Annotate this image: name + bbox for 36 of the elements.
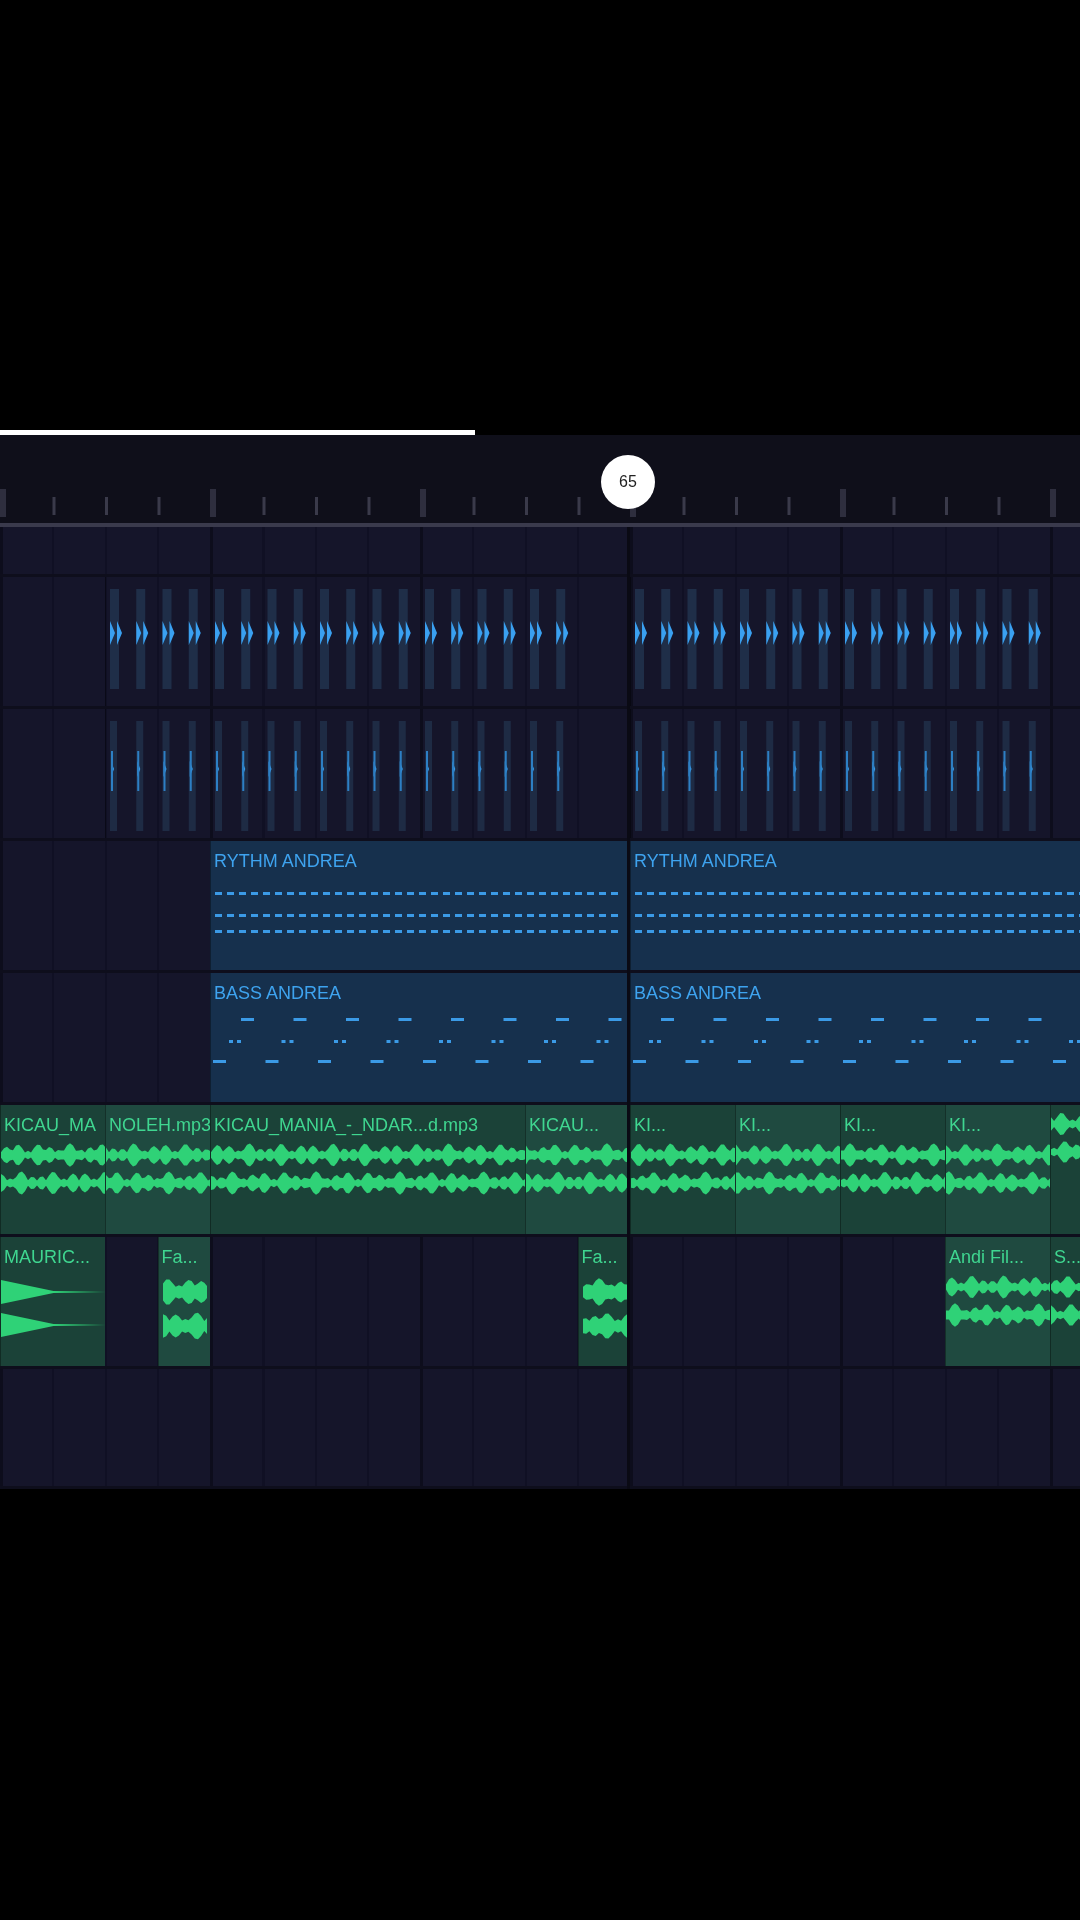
clip-label: RYTHM ANDREA xyxy=(214,851,357,872)
clip-label: KICAU_MA xyxy=(4,1115,97,1136)
note-clip[interactable]: RYTHM ANDREA xyxy=(210,841,630,970)
audio-clip[interactable]: KI... xyxy=(630,1105,735,1234)
clip-label: KI... xyxy=(844,1115,876,1136)
clip-label: KI... xyxy=(634,1115,666,1136)
note-clip[interactable]: BASS ANDREA xyxy=(210,973,630,1102)
audio-clip[interactable]: S... xyxy=(1050,1237,1080,1366)
clip-label: Andi Fil... xyxy=(949,1247,1025,1268)
clip-label: S... xyxy=(1054,1247,1080,1268)
clip-label: Fa... xyxy=(161,1247,198,1268)
audio-clip[interactable]: Fa... xyxy=(157,1237,210,1366)
clip-label: MAURIC... xyxy=(4,1247,90,1268)
audio-clip[interactable]: KICAU_MA xyxy=(0,1105,105,1234)
note-clip[interactable]: BASS ANDREA xyxy=(630,973,1080,1102)
clip-label: BASS ANDREA xyxy=(634,983,762,1004)
audio-clip[interactable]: NOLEH.mp3 xyxy=(105,1105,210,1234)
clip-label: KI... xyxy=(949,1115,981,1136)
clip-label: RYTHM ANDREA xyxy=(634,851,777,872)
clip-label: KICAU_MANIA_-_NDAR...d.mp3 xyxy=(214,1115,479,1136)
clip-label: KI... xyxy=(739,1115,771,1136)
audio-clip[interactable]: KICAU_MANIA_-_NDAR...d.mp3 xyxy=(210,1105,525,1234)
audio-clip[interactable]: KICAU... xyxy=(525,1105,630,1234)
audio-clip[interactable]: MAURIC... xyxy=(0,1237,105,1366)
clip-label: NOLEH.mp3 xyxy=(109,1115,212,1136)
audio-clip[interactable]: KI... xyxy=(735,1105,840,1234)
clip-label: Fa... xyxy=(581,1247,618,1268)
audio-clip[interactable]: Andi Fil... xyxy=(945,1237,1050,1366)
audio-clip[interactable]: KI... xyxy=(840,1105,945,1234)
audio-clip[interactable]: KI... xyxy=(945,1105,1050,1234)
clip-label: KICAU... xyxy=(529,1115,599,1136)
note-clip[interactable]: RYTHM ANDREA xyxy=(630,841,1080,970)
playhead-marker[interactable]: 65 xyxy=(601,455,655,509)
audio-clip[interactable]: Fa... xyxy=(577,1237,630,1366)
timeline-ruler[interactable]: 65 xyxy=(0,435,1080,527)
clip-label: BASS ANDREA xyxy=(214,983,342,1004)
